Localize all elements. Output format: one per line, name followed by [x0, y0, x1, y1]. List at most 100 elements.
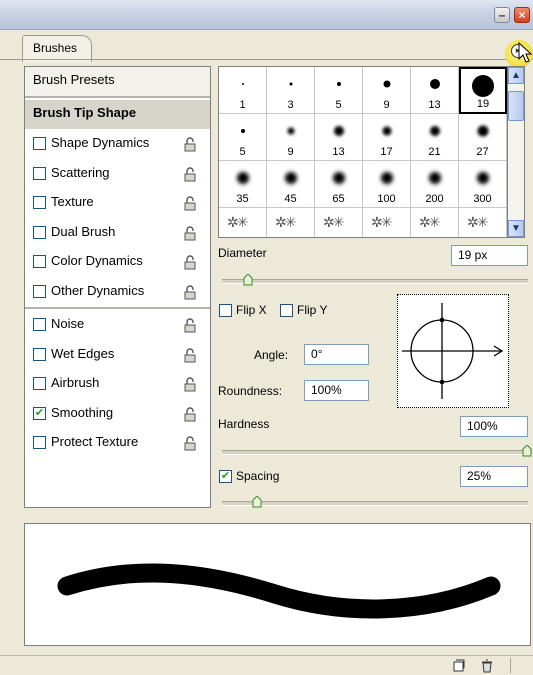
spacing-checkbox[interactable]: ✔ — [219, 470, 232, 483]
dual-brush-checkbox[interactable] — [33, 225, 46, 239]
brush-tip-cell[interactable]: 17 — [363, 114, 411, 161]
brush-tip-cell[interactable]: ✲✳ — [267, 208, 315, 237]
texture-checkbox[interactable] — [33, 196, 46, 209]
brush-tip-shape-item[interactable]: Brush Tip Shape — [25, 100, 210, 129]
noise-checkbox[interactable] — [33, 318, 46, 331]
option-color-dynamics[interactable]: Color Dynamics — [25, 248, 210, 277]
tab-brushes[interactable]: Brushes — [22, 35, 93, 62]
brush-tip-cell[interactable]: ✲✳ — [315, 208, 363, 237]
lock-icon[interactable] — [183, 406, 197, 422]
brush-tip-cell[interactable]: ✲✳ — [363, 208, 411, 237]
brush-tip-cell[interactable]: ✲✳ — [219, 208, 267, 237]
option-noise[interactable]: Noise — [25, 311, 210, 340]
option-protect-texture[interactable]: Protect Texture — [25, 429, 210, 458]
spacing-slider-thumb[interactable] — [252, 496, 262, 508]
scroll-up-icon[interactable]: ▲ — [508, 67, 524, 84]
scroll-thumb[interactable] — [508, 91, 524, 121]
wet-edges-checkbox[interactable] — [33, 347, 46, 361]
other-dynamics-checkbox[interactable] — [33, 284, 46, 298]
scattering-checkbox[interactable] — [33, 166, 46, 180]
spacing-label: Spacing — [236, 469, 280, 483]
brush-tip-shape — [383, 80, 390, 88]
option-smoothing[interactable]: ✔ Smoothing — [25, 400, 210, 429]
brush-tip-cell[interactable]: 65 — [315, 161, 363, 208]
brush-tip-cell[interactable]: 9 — [363, 67, 411, 114]
brush-presets-item[interactable]: Brush Presets — [25, 67, 210, 96]
lock-icon[interactable] — [183, 347, 197, 363]
brush-tip-cell[interactable]: 35 — [219, 161, 267, 208]
minimize-icon[interactable]: – — [494, 7, 510, 23]
scatter-brush-icon: ✲✳ — [419, 214, 441, 230]
flip-x-label: Flip X — [236, 303, 267, 317]
airbrush-label: Airbrush — [51, 375, 100, 390]
lock-icon[interactable] — [183, 255, 197, 270]
brush-tip-shape — [429, 126, 440, 136]
option-scattering[interactable]: Scattering — [25, 160, 210, 189]
dual-brush-label: Dual Brush — [51, 223, 116, 239]
hardness-field[interactable]: 100% — [460, 416, 528, 437]
new-preset-icon[interactable] — [452, 659, 466, 673]
diameter-field[interactable]: 19 px — [451, 245, 528, 266]
brush-tip-cell[interactable]: ✲✳ — [459, 208, 507, 237]
option-shape-dynamics[interactable]: Shape Dynamics — [25, 130, 210, 159]
brush-tip-shape — [382, 126, 391, 136]
airbrush-checkbox[interactable] — [33, 377, 46, 390]
color-dynamics-checkbox[interactable] — [33, 255, 46, 268]
hardness-slider-thumb[interactable] — [522, 445, 532, 457]
lock-icon[interactable] — [183, 196, 197, 211]
protect-texture-checkbox[interactable] — [33, 436, 46, 449]
hardness-slider[interactable] — [222, 445, 532, 457]
brush-tip-cell[interactable]: ✲✳ — [411, 208, 459, 237]
trash-icon[interactable] — [480, 659, 494, 673]
brush-tip-cell[interactable]: 13 — [411, 67, 459, 114]
spacing-slider[interactable] — [222, 496, 528, 508]
brush-tip-cell[interactable]: 27 — [459, 114, 507, 161]
scatter-brush-icon: ✲✳ — [467, 214, 489, 230]
brush-tip-cell[interactable]: 5 — [315, 67, 363, 114]
roundness-field[interactable]: 100% — [304, 380, 369, 401]
brush-tip-cell[interactable]: 5 — [219, 114, 267, 161]
option-wet-edges[interactable]: Wet Edges — [25, 341, 210, 370]
shape-dynamics-checkbox[interactable] — [33, 137, 46, 150]
smoothing-checkbox[interactable]: ✔ — [33, 406, 46, 420]
scatter-brush-icon: ✲✳ — [227, 214, 249, 230]
brush-tip-cell[interactable]: 100 — [363, 161, 411, 208]
option-texture[interactable]: Texture — [25, 189, 210, 218]
brush-tip-cell[interactable]: 1 — [219, 67, 267, 114]
brush-tip-cell[interactable]: 9 — [267, 114, 315, 161]
scroll-down-icon[interactable]: ▼ — [508, 220, 524, 237]
brush-tip-cell[interactable]: 300 — [459, 161, 507, 208]
flip-y-checkbox[interactable] — [280, 304, 293, 317]
option-airbrush[interactable]: Airbrush — [25, 370, 210, 399]
angle-field[interactable]: 0° — [304, 344, 369, 365]
brush-tip-grid[interactable]: 1 3 5 9 13 19 5 9 13 17 21 27 35 45 65 100 200 300 ✲✳ ✲✳ ✲✳ ✲… — [218, 66, 508, 238]
brush-tip-cell[interactable]: 200 — [411, 161, 459, 208]
mouse-cursor-icon — [518, 42, 532, 63]
lock-icon[interactable] — [183, 225, 197, 241]
lock-icon[interactable] — [183, 284, 197, 300]
lock-icon[interactable] — [183, 377, 197, 392]
brush-tip-cell[interactable]: 19 — [459, 67, 507, 114]
brush-tip-cell[interactable]: 21 — [411, 114, 459, 161]
brush-tip-shape — [240, 129, 245, 133]
diameter-slider-thumb[interactable] — [243, 274, 253, 286]
brush-tip-shape — [284, 172, 297, 184]
option-dual-brush[interactable]: Dual Brush — [25, 219, 210, 248]
brush-tip-cell[interactable]: 3 — [267, 67, 315, 114]
brush-tip-cell[interactable]: 45 — [267, 161, 315, 208]
diameter-slider[interactable] — [222, 274, 528, 286]
spacing-field[interactable]: 25% — [460, 466, 528, 487]
option-other-dynamics[interactable]: Other Dynamics — [25, 278, 210, 307]
lock-icon[interactable] — [183, 137, 197, 152]
brush-size-label: 9 — [287, 146, 294, 158]
close-icon[interactable]: × — [514, 7, 530, 23]
brush-size-label: 65 — [332, 193, 345, 205]
angle-roundness-preview[interactable] — [397, 294, 509, 408]
flip-x-checkbox[interactable] — [219, 304, 232, 317]
grid-scrollbar[interactable]: ▲ ▼ — [508, 66, 525, 238]
lock-icon[interactable] — [183, 318, 197, 333]
lock-icon[interactable] — [183, 436, 197, 451]
brush-tip-cell[interactable]: 13 — [315, 114, 363, 161]
lock-icon[interactable] — [183, 166, 197, 182]
diameter-label: Diameter — [218, 246, 267, 260]
